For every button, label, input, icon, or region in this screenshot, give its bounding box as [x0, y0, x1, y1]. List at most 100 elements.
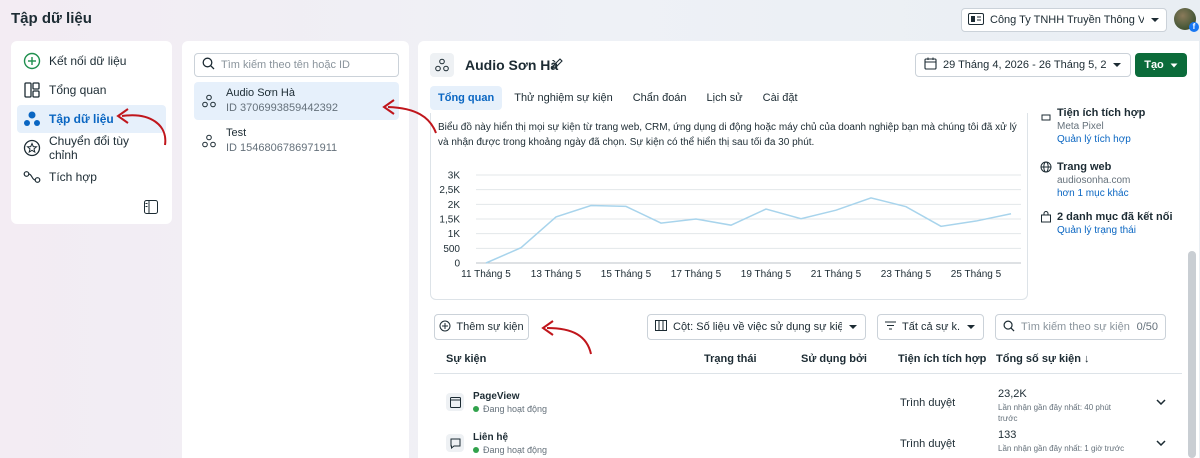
facebook-icon: f	[1189, 22, 1199, 32]
collapse-sidebar-icon[interactable]	[144, 200, 158, 214]
more-websites-link[interactable]: hơn 1 mục khác	[1057, 188, 1130, 199]
col-total[interactable]: Tổng số sự kiện ↓	[996, 353, 1090, 365]
dataset-name: Test	[226, 127, 247, 139]
columns-select[interactable]: Cột: Số liệu về việc sử dụng sự kiện	[647, 314, 866, 340]
tab-settings[interactable]: Cài đặt	[755, 86, 806, 110]
y-tick-label: 1K	[448, 229, 461, 240]
events-chart-card: Biểu đồ này hiển thị mọi sự kiện từ tran…	[430, 113, 1028, 300]
status-dot	[473, 447, 479, 453]
event-status-text: Đang hoạt động	[483, 445, 548, 455]
dataset-search-input[interactable]: Tìm kiếm theo tên hoặc ID	[194, 53, 399, 77]
table-row[interactable]: PageView Đang hoạt động Trình duyệt 23,2…	[434, 380, 1182, 424]
tab-overview[interactable]: Tổng quan	[430, 86, 503, 110]
star-badge-icon	[23, 139, 41, 157]
calendar-icon	[924, 57, 937, 73]
filter-icon	[885, 321, 896, 333]
status-dot	[473, 406, 479, 412]
dataset-item[interactable]: Test ID 1546806786971911	[194, 122, 399, 160]
plug-icon	[1040, 113, 1052, 145]
edit-pencil-icon[interactable]	[551, 57, 564, 73]
chevron-down-icon[interactable]	[1156, 396, 1166, 408]
x-tick-label: 17 Tháng 5	[671, 269, 722, 280]
event-count: 0/50	[1136, 321, 1158, 333]
sidebar-item-datasets[interactable]: Tập dữ liệu	[17, 105, 166, 133]
x-tick-label: 25 Tháng 5	[951, 269, 1002, 280]
search-placeholder: Tìm kiếm theo tên hoặc ID	[221, 59, 350, 71]
scrollbar[interactable]	[1188, 251, 1196, 458]
sidebar-item-label: Chuyển đổi tùy chỉnh	[49, 134, 130, 162]
event-status: Đang hoạt động	[473, 445, 547, 455]
plus-circle-icon	[439, 320, 451, 335]
tab-history[interactable]: Lịch sử	[699, 86, 751, 110]
event-status: Đang hoạt động	[473, 404, 547, 414]
avatar[interactable]: f	[1174, 8, 1199, 32]
chevron-down-icon[interactable]	[1156, 437, 1166, 449]
filter-label: Tất cả sự k...	[902, 321, 960, 333]
sidebar-item-label: Kết nối dữ liệu	[49, 54, 127, 68]
search-icon	[202, 57, 215, 73]
globe-icon	[1040, 161, 1052, 199]
caret-down-icon	[848, 321, 858, 333]
x-tick-label: 13 Tháng 5	[531, 269, 582, 280]
tabs: Tổng quan Thử nghiệm sự kiện Chẩn đoán L…	[430, 86, 806, 110]
add-event-label: Thêm sự kiện	[456, 321, 524, 333]
caret-down-icon	[1170, 59, 1178, 71]
catalogs-title: 2 danh mục đã kết nối	[1057, 211, 1173, 223]
event-integration: Trình duyệt	[900, 397, 956, 409]
y-tick-label: 2K	[448, 200, 461, 211]
event-filter-select[interactable]: Tất cả sự k...	[877, 314, 984, 340]
columns-icon	[655, 320, 667, 334]
dashboard-icon	[23, 81, 41, 99]
sidebar-item-custom-conversions[interactable]: Chuyển đổi tùy chỉnh	[17, 134, 166, 162]
date-range-text: 29 Tháng 4, 2026 - 26 Tháng 5, 2026	[943, 59, 1106, 71]
dataset-name: Audio Sơn Hà	[226, 87, 295, 99]
event-search-input[interactable]: Tìm kiếm theo sự kiện 0/50	[995, 314, 1166, 340]
x-tick-label: 21 Tháng 5	[811, 269, 862, 280]
shopping-bag-icon	[1040, 211, 1052, 236]
dataset-id: ID 1546806786971911	[226, 142, 338, 154]
tab-test-events[interactable]: Thử nghiệm sự kiện	[506, 86, 621, 110]
create-button[interactable]: Tạo	[1135, 53, 1187, 77]
table-row[interactable]: Liên hệ Đang hoạt động Trình duyệt 133 L…	[434, 421, 1182, 458]
tab-diagnostics[interactable]: Chẩn đoán	[625, 86, 695, 110]
manage-integration-link[interactable]: Quản lý tích hợp	[1057, 134, 1145, 145]
caret-down-icon	[1150, 14, 1160, 26]
events-table-header: Sự kiện Trạng thái Sử dụng bởi Tiện ích …	[434, 346, 1182, 374]
top-bar: Tập dữ liệu Công Ty TNHH Truyền Thông Vi…	[0, 0, 1200, 38]
sidebar-item-connect-data[interactable]: Kết nối dữ liệu	[17, 47, 166, 75]
x-tick-label: 23 Tháng 5	[881, 269, 932, 280]
dataset-title: Audio Sơn Hà	[465, 57, 559, 73]
col-status[interactable]: Trạng thái	[704, 353, 757, 365]
page-title: Tập dữ liệu	[11, 10, 92, 27]
dataset-icon	[202, 94, 216, 115]
business-selector[interactable]: Công Ty TNHH Truyền Thông Việ...	[961, 8, 1167, 32]
columns-label: Cột: Số liệu về việc sử dụng sự kiện	[673, 321, 842, 333]
x-tick-label: 19 Tháng 5	[741, 269, 792, 280]
sidebar-item-overview[interactable]: Tổng quan	[17, 76, 166, 104]
sidebar-item-label: Tổng quan	[49, 83, 107, 97]
date-range-picker[interactable]: 29 Tháng 4, 2026 - 26 Tháng 5, 2026	[915, 53, 1131, 77]
col-event[interactable]: Sự kiện	[446, 353, 486, 365]
integration-info: Tiện ích tích hợp Meta Pixel Quản lý tíc…	[1040, 107, 1145, 145]
x-tick-label: 11 Tháng 5	[461, 269, 511, 280]
events-line-chart: 0 500 1K 1,5K 2K 2,5K 3K 11 Tháng 5 13 Tháng 5 15…	[439, 171, 1021, 280]
chat-bubble-icon	[446, 434, 464, 452]
add-event-button[interactable]: Thêm sự kiện	[434, 314, 529, 340]
event-name: Liên hệ	[473, 432, 509, 443]
dataset-item[interactable]: Audio Sơn Hà ID 3706993859442392	[194, 82, 399, 120]
dataset-detail-panel: Audio Sơn Hà 29 Tháng 4, 2026 - 26 Tháng…	[418, 41, 1199, 458]
y-tick-label: 3K	[448, 171, 461, 182]
dataset-id: ID 3706993859442392	[226, 102, 338, 114]
integration-title: Tiện ích tích hợp	[1057, 107, 1146, 119]
sidebar-item-label: Tập dữ liệu	[49, 112, 114, 126]
y-tick-label: 1,5K	[439, 215, 460, 226]
col-integration[interactable]: Tiện ích tích hợp	[898, 353, 986, 365]
caret-down-icon	[966, 321, 976, 333]
manage-status-link[interactable]: Quản lý trạng thái	[1057, 225, 1173, 236]
col-used-by[interactable]: Sử dụng bởi	[801, 353, 867, 365]
sidebar-item-integrations[interactable]: Tích hợp	[17, 163, 166, 191]
dataset-icon	[23, 110, 41, 128]
event-status-text: Đang hoạt động	[483, 404, 548, 414]
event-total: 23,2K	[998, 388, 1027, 400]
search-icon	[1003, 320, 1015, 335]
